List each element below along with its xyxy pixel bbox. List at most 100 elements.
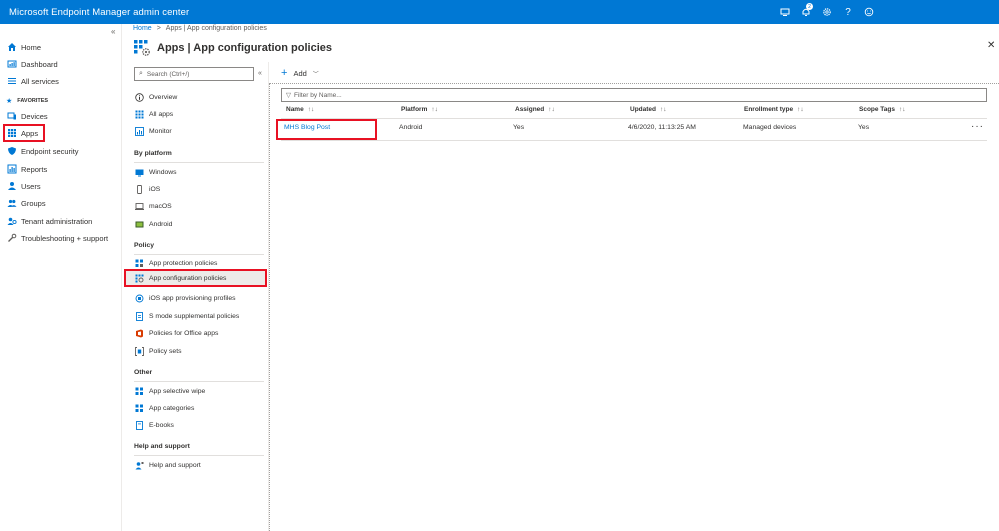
categories-icon xyxy=(134,403,144,413)
section-other: Other xyxy=(134,369,153,376)
dashboard-icon xyxy=(6,59,17,70)
app-title[interactable]: Microsoft Endpoint Manager admin center xyxy=(9,7,189,18)
nav-item-devices[interactable]: Devices xyxy=(6,109,48,123)
blade-item-overview[interactable]: Overview xyxy=(134,90,177,104)
add-button[interactable]: + Add ﹀ xyxy=(281,67,319,79)
monitor-icon xyxy=(134,126,144,136)
nav-label: Tenant administration xyxy=(21,216,93,226)
blade-item-ios-provisioning[interactable]: iOS app provisioning profiles xyxy=(134,291,236,305)
nav-item-groups[interactable]: Groups xyxy=(6,196,46,210)
breadcrumb-current[interactable]: Apps | App configuration policies xyxy=(166,25,267,32)
column-header-enrollment-type[interactable]: Enrollment type ↑↓ xyxy=(744,106,804,113)
breadcrumb-home[interactable]: Home xyxy=(133,25,152,32)
nav-item-users[interactable]: Users xyxy=(6,179,41,193)
blade-item-policy-sets[interactable]: Policy sets xyxy=(134,344,181,358)
filter-icon: ▽ xyxy=(286,92,291,99)
blade-item-office-policies[interactable]: Policies for Office apps xyxy=(134,326,218,340)
home-icon xyxy=(6,42,17,53)
book-icon xyxy=(134,420,144,430)
blade-item-app-protection-policies[interactable]: App protection policies xyxy=(134,256,217,270)
row-highlight-box xyxy=(276,119,377,140)
blade-item-android[interactable]: Android xyxy=(134,217,172,231)
nav-item-troubleshooting[interactable]: Troubleshooting + support xyxy=(6,231,108,245)
blade-item-all-apps[interactable]: All apps xyxy=(134,107,173,121)
blade-search-input[interactable]: ⌕ Search (Ctrl+/) xyxy=(134,67,254,81)
section-help-and-support: Help and support xyxy=(134,443,190,450)
breadcrumb: Home > Apps | App configuration policies xyxy=(133,25,267,32)
column-header-updated[interactable]: Updated ↑↓ xyxy=(630,106,667,113)
table-row-divider xyxy=(281,140,987,141)
breadcrumb-separator: > xyxy=(156,25,161,32)
content-left-border xyxy=(269,83,270,531)
sort-icon: ↑↓ xyxy=(899,106,906,113)
column-header-scope-tags[interactable]: Scope Tags ↑↓ xyxy=(859,106,906,113)
sort-icon: ↑↓ xyxy=(548,106,555,113)
blade-item-windows[interactable]: Windows xyxy=(134,165,177,179)
info-icon xyxy=(134,92,144,102)
nav-label: Groups xyxy=(21,198,46,208)
nav-item-all-services[interactable]: All services xyxy=(6,74,59,88)
search-icon: ⌕ xyxy=(139,70,143,77)
blade-item-help-and-support[interactable]: Help and support xyxy=(134,458,201,472)
collapse-nav-button[interactable]: « xyxy=(111,27,115,36)
document-icon xyxy=(134,311,144,321)
blade-item-s-mode-policies[interactable]: S mode supplemental policies xyxy=(134,309,239,323)
sort-icon: ↑↓ xyxy=(797,106,804,113)
column-header-platform[interactable]: Platform ↑↓ xyxy=(401,106,438,113)
section-policy: Policy xyxy=(134,242,155,249)
nav-label: Reports xyxy=(21,164,48,174)
blade-item-monitor[interactable]: Monitor xyxy=(134,124,172,138)
shield-icon xyxy=(6,146,17,157)
office-icon xyxy=(134,328,144,338)
sort-icon: ↑↓ xyxy=(307,106,315,113)
help-icon[interactable]: ? xyxy=(838,0,858,24)
toolbar-divider xyxy=(270,83,999,84)
nav-label: Home xyxy=(21,42,42,52)
cell-scope-tags: Yes xyxy=(858,124,870,131)
wrench-icon xyxy=(6,233,17,244)
page-title: Apps | App configuration policies xyxy=(157,42,333,54)
list-icon xyxy=(6,76,17,87)
collapse-blade-button[interactable]: « xyxy=(258,70,262,77)
android-icon xyxy=(134,219,144,229)
blade-item-e-books[interactable]: E-books xyxy=(134,418,174,432)
sort-icon: ↑↓ xyxy=(660,106,667,113)
blade-item-app-categories[interactable]: App categories xyxy=(134,401,194,415)
nav-label: Devices xyxy=(21,111,48,121)
feedback-icon[interactable] xyxy=(859,0,879,24)
laptop-icon xyxy=(134,201,144,211)
nav-item-reports[interactable]: Reports xyxy=(6,162,47,176)
add-label: Add xyxy=(293,68,307,78)
column-header-name[interactable]: Name ↑↓ xyxy=(286,106,314,113)
favorites-label: ★ FAVORITES xyxy=(6,98,49,105)
blade-item-app-configuration-policies[interactable]: App configuration policies xyxy=(134,271,226,285)
section-divider xyxy=(134,455,264,456)
more-options-icon[interactable]: ··· xyxy=(971,121,984,132)
nav-item-dashboard[interactable]: Dashboard xyxy=(6,57,58,71)
bell-icon[interactable]: 2 xyxy=(796,0,816,24)
screen-icon[interactable] xyxy=(775,0,795,24)
policy-sets-icon xyxy=(134,346,144,356)
close-icon[interactable]: ✕ xyxy=(987,40,995,51)
topbar-icons: 2 ? xyxy=(774,0,999,24)
blade-navigation: ⌕ Search (Ctrl+/) « Overview All apps Mo… xyxy=(122,62,269,531)
app-config-icon xyxy=(133,39,151,57)
nav-label: All services xyxy=(21,76,59,86)
tenant-icon xyxy=(6,216,17,227)
cell-assigned: Yes xyxy=(513,124,525,131)
nav-item-tenant-administration[interactable]: Tenant administration xyxy=(6,214,92,228)
left-navigation: « Home Dashboard All services ★ FAVORITE… xyxy=(0,24,122,531)
nav-item-endpoint-security[interactable]: Endpoint security xyxy=(6,144,79,158)
filter-input[interactable]: ▽ Filter by Name... xyxy=(281,88,987,102)
blade-item-ios[interactable]: iOS xyxy=(134,182,160,196)
blade-item-macos[interactable]: macOS xyxy=(134,199,172,213)
column-header-assigned[interactable]: Assigned ↑↓ xyxy=(515,106,555,113)
main-content: + Add ﹀ ▽ Filter by Name... Name ↑↓ Platf… xyxy=(268,62,999,531)
apps-highlight-box xyxy=(3,124,45,142)
star-icon: ★ xyxy=(6,98,13,105)
gear-icon[interactable] xyxy=(817,0,837,24)
notification-badge: 2 xyxy=(806,3,813,10)
table-header-divider xyxy=(281,118,987,119)
blade-item-app-selective-wipe[interactable]: App selective wipe xyxy=(134,384,205,398)
nav-item-home[interactable]: Home xyxy=(6,40,41,54)
